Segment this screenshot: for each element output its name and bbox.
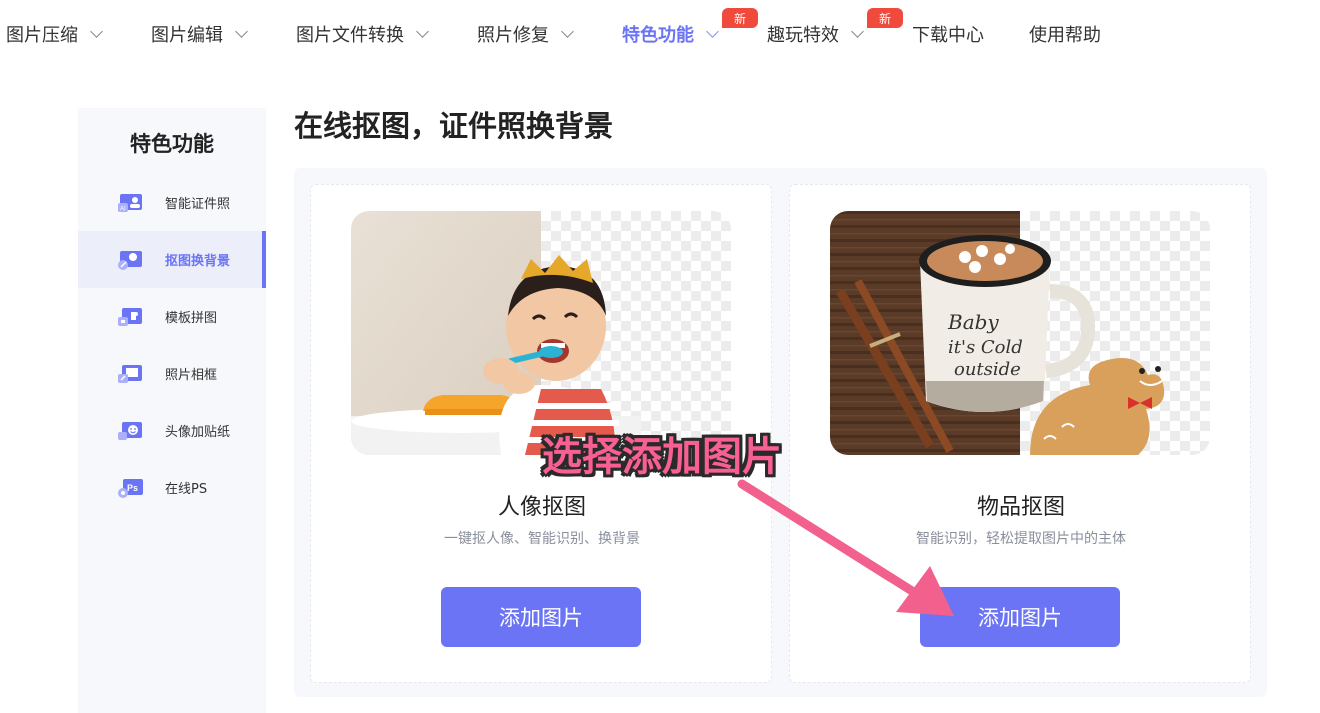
- sidebar-item-label: 模板拼图: [165, 311, 218, 326]
- card-title: 人像抠图: [497, 495, 586, 520]
- sidebar-item-template-collage[interactable]: 模板拼图: [78, 288, 266, 345]
- nav-item-photo-repair[interactable]: 照片修复: [477, 20, 574, 48]
- sidebar-item-label: 照片相框: [165, 368, 218, 383]
- chevron-down-icon: [416, 24, 429, 38]
- sidebar-item-id-photo[interactable]: AI 智能证件照: [78, 174, 266, 231]
- annotation-label: 选择添加图片: [542, 434, 782, 480]
- top-nav: 图片压缩 图片编辑 图片文件转换 照片修复 特色功能 新 趣玩特效 新 下载中心…: [0, 0, 1320, 68]
- sidebar-item-avatar-sticker[interactable]: 头像加贴纸: [78, 402, 266, 459]
- nav-item-download-center[interactable]: 下载中心: [912, 20, 984, 48]
- sidebar-item-label: 头像加贴纸: [165, 425, 231, 440]
- chevron-down-icon: [706, 24, 719, 38]
- nav-label: 图片编辑: [151, 25, 223, 46]
- chevron-down-icon: [90, 24, 103, 38]
- nav-label: 使用帮助: [1029, 25, 1101, 46]
- puzzle-icon: [118, 307, 142, 326]
- nav-label: 下载中心: [912, 25, 984, 46]
- object-preview-image: Baby it's Cold outside: [830, 211, 1210, 455]
- page-title: 在线抠图，证件照换背景: [294, 109, 614, 143]
- sidebar: 特色功能 AI 智能证件照 抠图换背景 模板拼图 照片相框 头像加贴纸 Ps 在…: [78, 108, 266, 713]
- nav-label: 趣玩特效: [767, 25, 839, 46]
- frame-icon: [118, 364, 142, 383]
- sidebar-item-label: 抠图换背景: [165, 254, 231, 269]
- nav-item-featured[interactable]: 特色功能: [622, 20, 719, 48]
- nav-label: 图片文件转换: [296, 25, 404, 46]
- new-badge: 新: [722, 8, 758, 28]
- sticker-icon: [118, 421, 142, 440]
- chevron-down-icon: [561, 24, 574, 38]
- card-title: 物品抠图: [976, 495, 1065, 520]
- sidebar-item-label: 智能证件照: [165, 197, 231, 212]
- svg-text:AI: AI: [120, 206, 126, 212]
- new-badge: 新: [867, 8, 903, 28]
- card-description: 智能识别，轻松提取图片中的主体: [916, 531, 1126, 547]
- add-image-button[interactable]: 添加图片: [441, 587, 641, 647]
- object-cutout-card: Baby it's Cold outside 物品抠图 智能识别，轻松提取图片中…: [789, 184, 1251, 683]
- chevron-down-icon: [851, 24, 864, 38]
- ps-icon: Ps: [118, 478, 143, 498]
- sidebar-title: 特色功能: [130, 132, 214, 156]
- nav-item-image-compress[interactable]: 图片压缩: [6, 20, 103, 48]
- card-description: 一键抠人像、智能识别、换背景: [444, 531, 640, 547]
- id-photo-icon: AI: [118, 193, 142, 212]
- sidebar-item-label: 在线PS: [165, 482, 208, 497]
- chevron-down-icon: [235, 24, 248, 38]
- nav-label: 图片压缩: [6, 25, 78, 46]
- nav-item-help[interactable]: 使用帮助: [1029, 20, 1101, 48]
- sidebar-item-online-ps[interactable]: Ps 在线PS: [78, 459, 266, 516]
- nav-item-image-edit[interactable]: 图片编辑: [151, 20, 248, 48]
- nav-item-fun-effects[interactable]: 趣玩特效: [767, 20, 864, 48]
- sidebar-item-photo-frame[interactable]: 照片相框: [78, 345, 266, 402]
- portrait-preview-image: [351, 211, 731, 455]
- add-image-button[interactable]: 添加图片: [920, 587, 1120, 647]
- sidebar-item-cutout[interactable]: 抠图换背景: [78, 231, 266, 288]
- nav-label: 特色功能: [622, 25, 694, 46]
- nav-label: 照片修复: [477, 25, 549, 46]
- svg-text:it's Cold: it's Cold: [948, 337, 1023, 358]
- svg-text:outside: outside: [954, 359, 1021, 380]
- svg-text:Ps: Ps: [127, 483, 138, 493]
- nav-item-file-convert[interactable]: 图片文件转换: [296, 20, 429, 48]
- cutout-icon: [118, 250, 142, 270]
- svg-text:Baby: Baby: [947, 310, 999, 334]
